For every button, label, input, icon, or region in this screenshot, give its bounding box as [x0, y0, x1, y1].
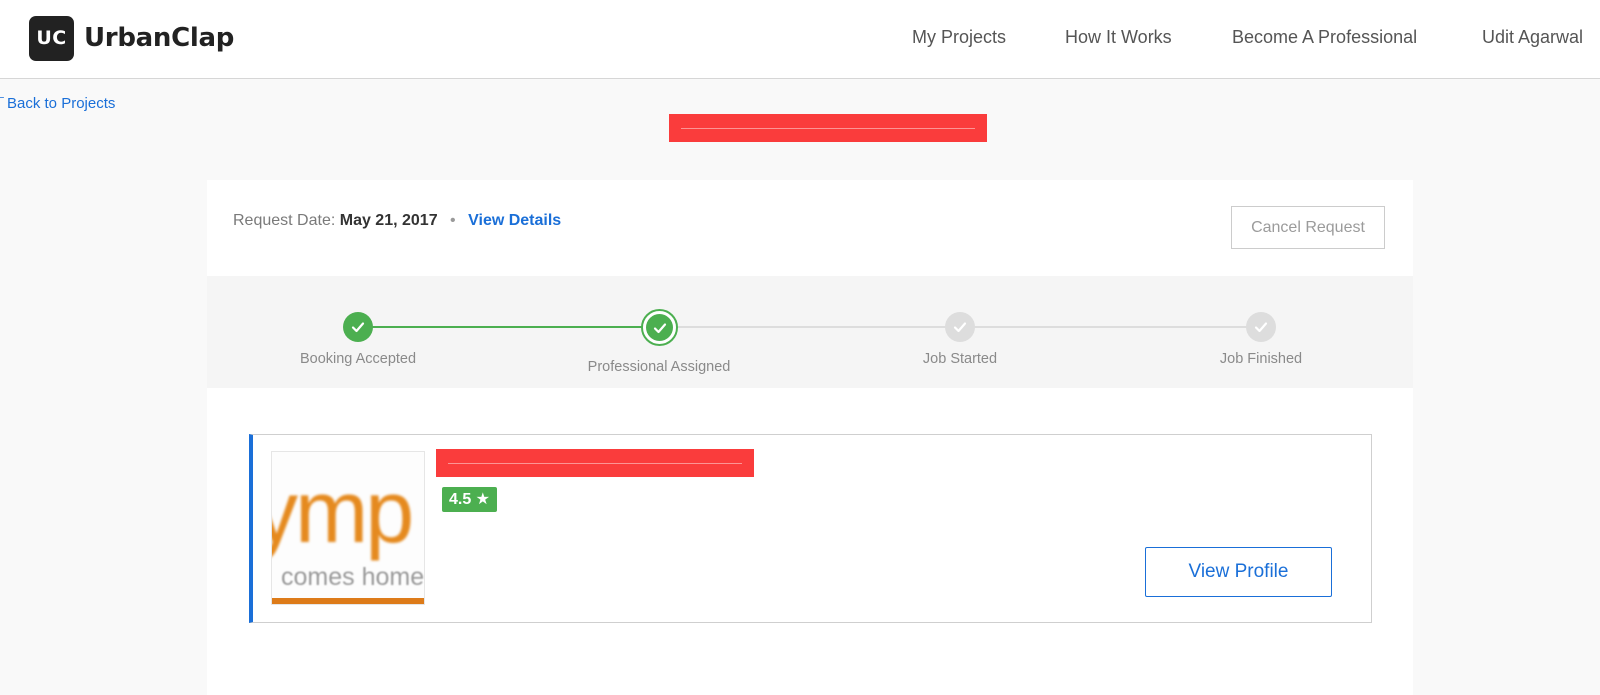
step-current-inner: [646, 314, 673, 341]
check-icon: [351, 322, 365, 333]
nav-user-name[interactable]: Udit Agarwal: [1482, 22, 1583, 52]
photo-tagline: comes home: [281, 563, 425, 591]
step-booking-accepted-label: Booking Accepted: [299, 351, 417, 367]
step-professional-assigned-label: Professional Assigned: [587, 359, 731, 375]
top-navigation-bar: UC UrbanClap My Projects How It Works Be…: [0, 0, 1600, 79]
request-info: Request Date: May 21, 2017 • View Detail…: [233, 210, 561, 232]
back-to-projects-label: Back to Projects: [7, 95, 116, 112]
step-professional-assigned-indicator: [641, 309, 678, 346]
nav-my-projects[interactable]: My Projects: [912, 22, 1006, 52]
check-icon: [653, 322, 666, 333]
professional-photo[interactable]: ymp comes home: [271, 451, 425, 605]
redacted-project-title: [669, 114, 987, 142]
request-date-value: May 21, 2017: [339, 212, 438, 229]
step-job-started-indicator: [945, 312, 975, 342]
step-booking-accepted-indicator: [343, 312, 373, 342]
nav-how-it-works[interactable]: How It Works: [1065, 22, 1172, 52]
nav-become-a-professional[interactable]: Become A Professional: [1232, 22, 1417, 52]
check-icon: [953, 322, 967, 333]
redacted-professional-name: [436, 449, 754, 477]
request-date-label: Request Date:: [233, 212, 336, 229]
photo-logo-text: ymp: [272, 462, 414, 561]
back-to-projects-link[interactable]: ←Back to Projects: [0, 84, 115, 112]
separator-dot: •: [450, 212, 456, 229]
view-details-link[interactable]: View Details: [468, 212, 561, 229]
cancel-request-button[interactable]: Cancel Request: [1231, 206, 1385, 249]
project-card: Request Date: May 21, 2017 • View Detail…: [207, 180, 1413, 695]
logo-text[interactable]: UrbanClap: [84, 18, 234, 58]
step-job-finished-indicator: [1246, 312, 1276, 342]
assigned-professional-card: ymp comes home 4.5 ★ View Profile: [249, 434, 1372, 623]
star-icon: ★: [475, 491, 491, 508]
rating-badge: 4.5 ★: [442, 487, 497, 512]
logo-badge[interactable]: UC: [29, 16, 74, 61]
step-job-finished-label: Job Finished: [1219, 351, 1303, 367]
progress-tracker: [207, 276, 1413, 388]
photo-accent-bar: [272, 598, 424, 604]
progress-line-complete: [358, 326, 659, 328]
view-profile-button[interactable]: View Profile: [1145, 547, 1332, 597]
check-icon: [1254, 322, 1268, 333]
step-job-started-label: Job Started: [922, 351, 998, 367]
back-arrow-icon: ←: [0, 84, 7, 108]
rating-value: 4.5: [448, 491, 472, 508]
